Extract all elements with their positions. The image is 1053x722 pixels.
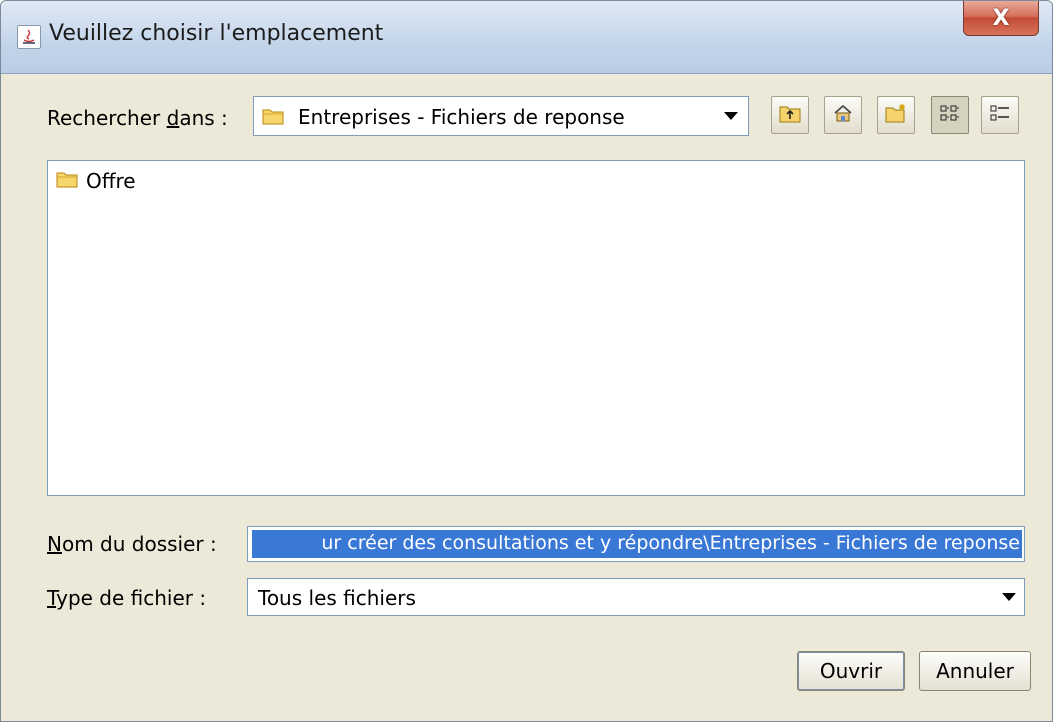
look-in-combobox[interactable]: Entreprises - Fichiers de reponse	[253, 96, 749, 136]
folder-name-field[interactable]: ur créer des consultations et y répondre…	[247, 526, 1025, 562]
list-view-button[interactable]	[931, 96, 969, 134]
chevron-down-icon[interactable]	[724, 112, 738, 120]
folder-icon	[262, 107, 284, 129]
folder-name-label: Nom du dossier :	[47, 532, 217, 556]
file-type-value: Tous les fichiers	[258, 586, 416, 610]
cancel-button[interactable]: Annuler	[919, 651, 1031, 691]
file-type-label: Type de fichier :	[47, 586, 207, 610]
dialog-title: Veuillez choisir l'emplacement	[49, 21, 384, 46]
file-list[interactable]: Offre	[47, 160, 1025, 496]
dialog-body: Rechercher dans : Entreprises - Fichiers…	[9, 74, 1044, 714]
details-view-icon	[989, 103, 1011, 127]
file-chooser-dialog: Veuillez choisir l'emplacement X Recherc…	[0, 0, 1053, 722]
folder-icon	[56, 169, 78, 193]
look-in-value: Entreprises - Fichiers de reponse	[298, 105, 625, 129]
close-button[interactable]: X	[963, 1, 1039, 36]
close-icon: X	[992, 5, 1010, 31]
up-folder-button[interactable]	[771, 96, 809, 134]
file-type-combobox[interactable]: Tous les fichiers	[247, 578, 1025, 616]
open-button[interactable]: Ouvrir	[797, 651, 905, 691]
home-icon	[832, 103, 854, 127]
home-button[interactable]	[824, 96, 862, 134]
chevron-down-icon[interactable]	[1002, 593, 1016, 601]
new-folder-icon	[885, 103, 907, 127]
folder-name-value: ur créer des consultations et y répondre…	[321, 532, 1020, 554]
new-folder-button[interactable]	[877, 96, 915, 134]
title-bar[interactable]: Veuillez choisir l'emplacement X	[1, 1, 1052, 74]
up-folder-icon	[779, 103, 801, 127]
list-view-icon	[939, 103, 961, 127]
details-view-button[interactable]	[981, 96, 1019, 134]
java-app-icon	[17, 25, 41, 49]
file-name: Offre	[86, 169, 136, 193]
look-in-label: Rechercher dans :	[47, 106, 228, 130]
list-item[interactable]: Offre	[56, 169, 136, 193]
